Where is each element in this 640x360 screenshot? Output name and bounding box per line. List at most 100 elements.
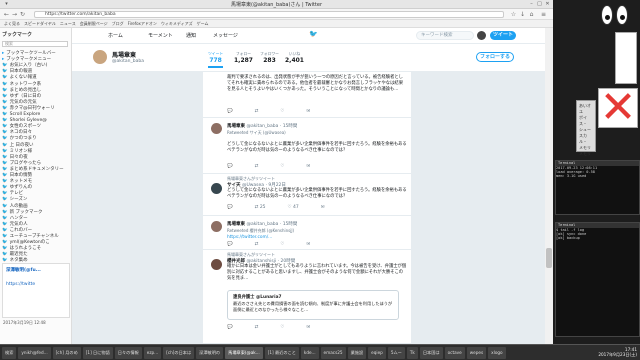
stat-tweets[interactable]: ツイート 778 bbox=[208, 51, 224, 68]
stat-likes[interactable]: いいね 2,401 bbox=[285, 51, 304, 64]
twitter-search-input[interactable]: キーワード検索 bbox=[416, 31, 474, 40]
taskbar-item[interactable]: eqiep bbox=[368, 346, 386, 359]
stat-following[interactable]: フォロー 1,287 bbox=[234, 51, 253, 64]
tweet-link[interactable]: https://twitter.com/... bbox=[227, 235, 407, 241]
bookmark-item[interactable]: ブログ bbox=[112, 21, 124, 27]
taskbar-item[interactable]: [1] 最近のこと bbox=[264, 346, 299, 359]
nav-moments[interactable]: モーメント bbox=[148, 32, 173, 39]
tweet[interactable]: 馬場章東さんがリツイート 櫻井光郎 @akitanshisji · 20時間 確… bbox=[203, 250, 411, 344]
xlogo-window[interactable]: ✕ bbox=[598, 86, 638, 130]
taskbar-item[interactable]: 5ムー bbox=[387, 346, 405, 359]
dm-icon[interactable]: ✉ bbox=[306, 109, 310, 114]
tweet[interactable]: 馬場章東さんがリツイート サイ天 @Uwasea · 9月22日 どうして金にな… bbox=[203, 174, 411, 216]
sidebar-item[interactable]: 🐦 ネタ集め bbox=[2, 257, 70, 264]
taskbar-item[interactable]: [ch] 月のめ bbox=[52, 346, 81, 359]
close-icon[interactable]: ✕ bbox=[544, 1, 551, 8]
taskbar-item[interactable]: [1] 日に物語 bbox=[82, 346, 113, 359]
tweet-button[interactable]: ツイート bbox=[490, 31, 516, 40]
retweet-icon[interactable]: ⇄ bbox=[255, 325, 259, 330]
system-clock[interactable]: 17:41 2017年9月23日(土) bbox=[598, 347, 637, 357]
nav-messages[interactable]: メッセージ bbox=[213, 32, 238, 39]
taskbar-item[interactable]: ezp... bbox=[143, 346, 162, 359]
taskbar-item-active[interactable]: 馬場章東(@ak... bbox=[225, 346, 263, 359]
taskbar-item[interactable]: 検索 bbox=[2, 346, 17, 359]
nav-notifications[interactable]: 通知 bbox=[186, 32, 196, 39]
dm-icon[interactable]: ✉ bbox=[306, 242, 310, 247]
sidebar-search-input[interactable]: 検索 bbox=[2, 41, 68, 47]
like-icon[interactable]: ♡ bbox=[280, 325, 284, 330]
follow-button[interactable]: フォローする bbox=[476, 52, 514, 62]
reply-icon[interactable]: 💬 bbox=[227, 109, 233, 114]
tweet-avatar[interactable] bbox=[211, 221, 222, 232]
info-window[interactable]: あいオユ ポイス・ シュー スカル・ メモリ メモリ bbox=[576, 100, 596, 156]
dm-icon[interactable]: ✉ bbox=[306, 325, 310, 330]
like-icon[interactable]: ♡ bbox=[280, 164, 284, 169]
retweet-icon[interactable]: ⇄ bbox=[255, 242, 259, 247]
stat-followers[interactable]: フォロワー 283 bbox=[260, 51, 279, 64]
terminal-window[interactable]: Terminal $ tail -f log [ok] sync done [o… bbox=[555, 222, 640, 337]
maximize-icon[interactable]: □ bbox=[536, 1, 543, 8]
taskbar-item[interactable]: 業施設 bbox=[347, 346, 367, 359]
bookmark-item[interactable]: ニュース bbox=[60, 21, 76, 27]
minimize-icon[interactable]: – bbox=[528, 1, 535, 8]
reload-icon[interactable]: ↻ bbox=[19, 11, 26, 18]
tweet[interactable]: 馬場章東 @akitan_baba · 15時間 Retweeted 櫻井充郎 … bbox=[203, 216, 411, 250]
taskbar-item[interactable]: 深澤敏明の bbox=[196, 346, 224, 359]
tweet[interactable]: 裁判で要求されるのは、出発状態が手が狙いう一つの原因だと言っている。被告経験者と… bbox=[203, 72, 411, 118]
taskbar-item[interactable]: ynikh@fed... bbox=[18, 346, 51, 359]
nav-home[interactable]: ホーム bbox=[108, 32, 123, 39]
back-icon[interactable]: ← bbox=[3, 11, 10, 18]
taskbar-item[interactable]: xlogo bbox=[488, 346, 506, 359]
window-menu-icon[interactable]: ▾ bbox=[3, 1, 10, 8]
reply-icon[interactable]: 💬 bbox=[227, 325, 233, 330]
taskbar-item[interactable]: [ch]の日本は bbox=[163, 346, 195, 359]
tweet[interactable]: 馬場章東 @akitan_baba · 15時間 Retweeted サイ天 (… bbox=[203, 118, 411, 174]
menu-icon[interactable]: ≡ bbox=[540, 11, 547, 18]
profile-avatar[interactable] bbox=[92, 49, 108, 65]
dm-icon[interactable]: ✉ bbox=[321, 205, 325, 210]
scrollbar-thumb[interactable] bbox=[546, 248, 552, 268]
bookmark-item[interactable]: ゲーム bbox=[197, 21, 209, 27]
pupil bbox=[605, 15, 610, 20]
retweet-icon[interactable]: ⇄ bbox=[255, 164, 259, 169]
bookmark-item[interactable]: よく見る bbox=[4, 21, 20, 27]
like-icon[interactable]: ♡ bbox=[280, 242, 284, 247]
white-window[interactable] bbox=[615, 32, 637, 84]
home-icon[interactable]: ⌂ bbox=[528, 11, 535, 18]
reply-icon[interactable]: 💬 bbox=[227, 242, 233, 247]
quoted-tweet[interactable]: 遠良弁護士 @Lunaria7 最近のささえ先との費用損害の面を読む傾向、制度が… bbox=[227, 290, 399, 320]
bookmark-item[interactable]: 会員制限ページ bbox=[80, 21, 108, 27]
bookmark-item[interactable]: ウィキメディアズ bbox=[161, 21, 193, 27]
like-icon[interactable]: ♡ bbox=[280, 109, 284, 114]
scrollbar[interactable] bbox=[545, 28, 553, 344]
tweet-author[interactable]: 馬場章東 bbox=[227, 222, 245, 227]
url-bar[interactable]: https://twitter.com/akitan_baba bbox=[34, 11, 504, 18]
tweet-avatar[interactable] bbox=[211, 123, 222, 134]
tweet-avatar[interactable] bbox=[211, 183, 222, 194]
download-icon[interactable]: ↓ bbox=[519, 11, 526, 18]
taskbar-item[interactable]: octave bbox=[444, 346, 465, 359]
taskbar-item[interactable]: 日々の情報 bbox=[114, 346, 142, 359]
tweet-avatar[interactable] bbox=[211, 259, 222, 270]
taskbar-item[interactable]: kde... bbox=[300, 346, 319, 359]
retweet-icon[interactable]: ⇄ bbox=[255, 109, 259, 114]
taskbar-item[interactable]: emacs25 bbox=[320, 346, 346, 359]
terminal-window[interactable]: Terminal 2017-09-23 12:08:11 load averag… bbox=[555, 160, 640, 215]
forward-icon[interactable]: → bbox=[11, 11, 18, 18]
taskbar-item[interactable]: Tk bbox=[406, 346, 418, 359]
bookmark-star-icon[interactable]: ☆ bbox=[510, 11, 517, 18]
taskbar-item[interactable]: 日本国は bbox=[419, 346, 443, 359]
taskbar-item[interactable]: wepes bbox=[466, 346, 487, 359]
reply-icon[interactable]: 💬 bbox=[227, 164, 233, 169]
reply-icon[interactable]: 💬 bbox=[227, 205, 233, 210]
bookmark-item[interactable]: スピードダイヤル bbox=[24, 21, 56, 27]
tweet-author[interactable]: 馬場章東 bbox=[227, 124, 245, 129]
profile-name[interactable]: 馬場章東 bbox=[112, 50, 136, 59]
retweet-icon[interactable]: ⇄ 25 bbox=[255, 205, 266, 210]
dm-icon[interactable]: ✉ bbox=[306, 164, 310, 169]
like-icon[interactable]: ♡ 47 bbox=[288, 205, 299, 210]
user-avatar[interactable] bbox=[477, 31, 486, 40]
bookmark-item[interactable]: Firefoxアドオン bbox=[128, 21, 157, 27]
twitter-bird-icon[interactable]: 🐦 bbox=[309, 30, 318, 38]
panel-link[interactable]: https://twitte bbox=[6, 282, 35, 287]
